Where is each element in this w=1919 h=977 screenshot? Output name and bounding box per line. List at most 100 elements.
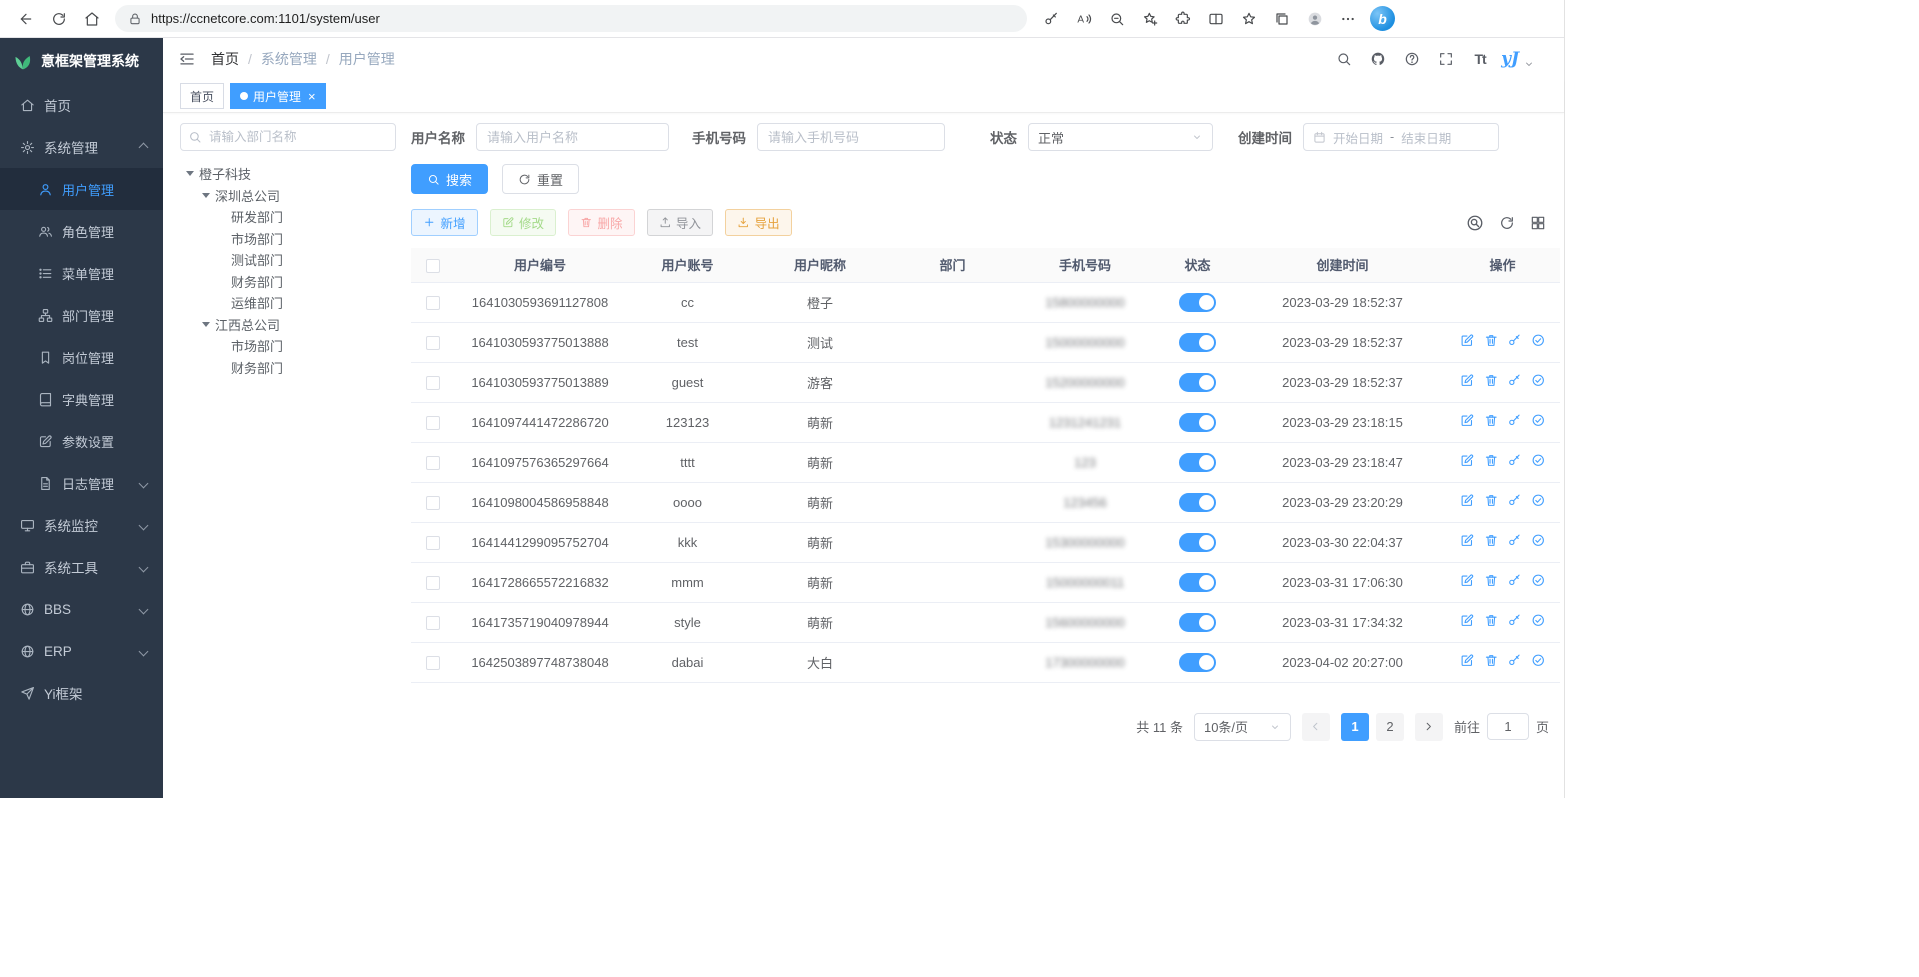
refresh-table-button[interactable]: [1499, 215, 1515, 231]
row-reset-password-icon[interactable]: [1507, 533, 1522, 548]
toggle-search-button[interactable]: [1466, 214, 1484, 232]
row-checkbox[interactable]: [426, 296, 440, 310]
phone-input[interactable]: [757, 123, 945, 151]
tree-node[interactable]: 财务部门: [180, 271, 396, 293]
row-checkbox[interactable]: [426, 416, 440, 430]
next-page-button[interactable]: [1415, 713, 1443, 741]
row-delete-icon[interactable]: [1484, 533, 1499, 548]
row-delete-icon[interactable]: [1484, 333, 1499, 348]
status-toggle[interactable]: [1179, 533, 1216, 552]
row-delete-icon[interactable]: [1484, 493, 1499, 508]
row-checkbox[interactable]: [426, 456, 440, 470]
breadcrumb-item[interactable]: 用户管理: [339, 49, 395, 69]
row-assign-role-icon[interactable]: [1531, 653, 1546, 668]
sidebar-item[interactable]: Yi框架: [0, 672, 163, 714]
search-button[interactable]: 搜索: [411, 164, 488, 194]
sidebar-item[interactable]: 角色管理: [0, 210, 163, 252]
row-assign-role-icon[interactable]: [1531, 613, 1546, 628]
row-edit-icon[interactable]: [1460, 573, 1475, 588]
add-button[interactable]: 新增: [411, 209, 478, 236]
row-edit-icon[interactable]: [1460, 413, 1475, 428]
sidebar-item[interactable]: 岗位管理: [0, 336, 163, 378]
row-edit-icon[interactable]: [1460, 613, 1475, 628]
sidebar-item[interactable]: 菜单管理: [0, 252, 163, 294]
tree-node[interactable]: 测试部门: [180, 249, 396, 271]
tree-node[interactable]: 研发部门: [180, 206, 396, 228]
row-reset-password-icon[interactable]: [1507, 373, 1522, 388]
tab-用户管理[interactable]: 用户管理×: [230, 83, 326, 109]
row-delete-icon[interactable]: [1484, 613, 1499, 628]
sidebar-item[interactable]: 字典管理: [0, 378, 163, 420]
columns-toggle-button[interactable]: [1530, 215, 1546, 231]
page-number-button[interactable]: 2: [1376, 713, 1404, 741]
status-toggle[interactable]: [1179, 613, 1216, 632]
reset-button[interactable]: 重置: [502, 164, 579, 194]
row-edit-icon[interactable]: [1460, 333, 1475, 348]
status-toggle[interactable]: [1179, 573, 1216, 592]
add-favorite-icon[interactable]: [1134, 4, 1165, 34]
row-checkbox[interactable]: [426, 496, 440, 510]
select-all-checkbox[interactable]: [426, 259, 440, 273]
tree-node[interactable]: 江西总公司: [180, 314, 396, 336]
row-edit-icon[interactable]: [1460, 493, 1475, 508]
help-icon[interactable]: [1397, 44, 1427, 74]
breadcrumb-item[interactable]: 首页: [211, 49, 239, 69]
goto-page-input[interactable]: [1487, 713, 1529, 740]
sidebar-item[interactable]: 系统管理: [0, 126, 163, 168]
prev-page-button[interactable]: [1302, 713, 1330, 741]
sidebar-item[interactable]: BBS: [0, 588, 163, 630]
tree-node[interactable]: 市场部门: [180, 335, 396, 357]
row-edit-icon[interactable]: [1460, 453, 1475, 468]
browser-back-button[interactable]: [10, 4, 41, 34]
row-delete-icon[interactable]: [1484, 373, 1499, 388]
favorites-icon[interactable]: [1233, 4, 1264, 34]
row-reset-password-icon[interactable]: [1507, 413, 1522, 428]
extensions-icon[interactable]: [1167, 4, 1198, 34]
status-toggle[interactable]: [1179, 413, 1216, 432]
browser-refresh-button[interactable]: [43, 4, 74, 34]
row-delete-icon[interactable]: [1484, 453, 1499, 468]
status-toggle[interactable]: [1179, 373, 1216, 392]
tree-node[interactable]: 市场部门: [180, 228, 396, 250]
row-checkbox[interactable]: [426, 616, 440, 630]
row-reset-password-icon[interactable]: [1507, 653, 1522, 668]
row-assign-role-icon[interactable]: [1531, 333, 1546, 348]
row-checkbox[interactable]: [426, 576, 440, 590]
copilot-icon[interactable]: b: [1370, 6, 1395, 31]
sidebar-item[interactable]: 首页: [0, 84, 163, 126]
browser-profile-avatar[interactable]: [1299, 4, 1330, 34]
row-reset-password-icon[interactable]: [1507, 333, 1522, 348]
status-toggle[interactable]: [1179, 493, 1216, 512]
sidebar-item[interactable]: 系统监控: [0, 504, 163, 546]
sidebar-item[interactable]: 日志管理: [0, 462, 163, 504]
status-select[interactable]: 正常: [1028, 123, 1213, 151]
collections-icon[interactable]: [1266, 4, 1297, 34]
sidebar-item[interactable]: 部门管理: [0, 294, 163, 336]
browser-more-icon[interactable]: [1332, 4, 1363, 34]
font-size-icon[interactable]: Tt: [1465, 44, 1495, 74]
close-tab-icon[interactable]: ×: [308, 90, 316, 103]
row-edit-icon[interactable]: [1460, 653, 1475, 668]
address-bar[interactable]: https://ccnetcore.com:1101/system/user: [115, 5, 1027, 32]
breadcrumb-item[interactable]: 系统管理: [261, 49, 317, 69]
row-checkbox[interactable]: [426, 656, 440, 670]
tree-node[interactable]: 财务部门: [180, 357, 396, 379]
row-assign-role-icon[interactable]: [1531, 453, 1546, 468]
row-assign-role-icon[interactable]: [1531, 413, 1546, 428]
status-toggle[interactable]: [1179, 293, 1216, 312]
user-avatar[interactable]: yJ: [1499, 46, 1521, 72]
row-checkbox[interactable]: [426, 336, 440, 350]
tree-node[interactable]: 深圳总公司: [180, 185, 396, 207]
import-button[interactable]: 导入: [647, 209, 714, 236]
export-button[interactable]: 导出: [725, 209, 792, 236]
row-assign-role-icon[interactable]: [1531, 573, 1546, 588]
tab-首页[interactable]: 首页: [180, 83, 224, 109]
row-assign-role-icon[interactable]: [1531, 373, 1546, 388]
row-checkbox[interactable]: [426, 376, 440, 390]
row-reset-password-icon[interactable]: [1507, 573, 1522, 588]
read-aloud-icon[interactable]: A: [1068, 4, 1099, 34]
row-delete-icon[interactable]: [1484, 573, 1499, 588]
split-screen-icon[interactable]: [1200, 4, 1231, 34]
sidebar-item[interactable]: 系统工具: [0, 546, 163, 588]
page-number-button[interactable]: 1: [1341, 713, 1369, 741]
